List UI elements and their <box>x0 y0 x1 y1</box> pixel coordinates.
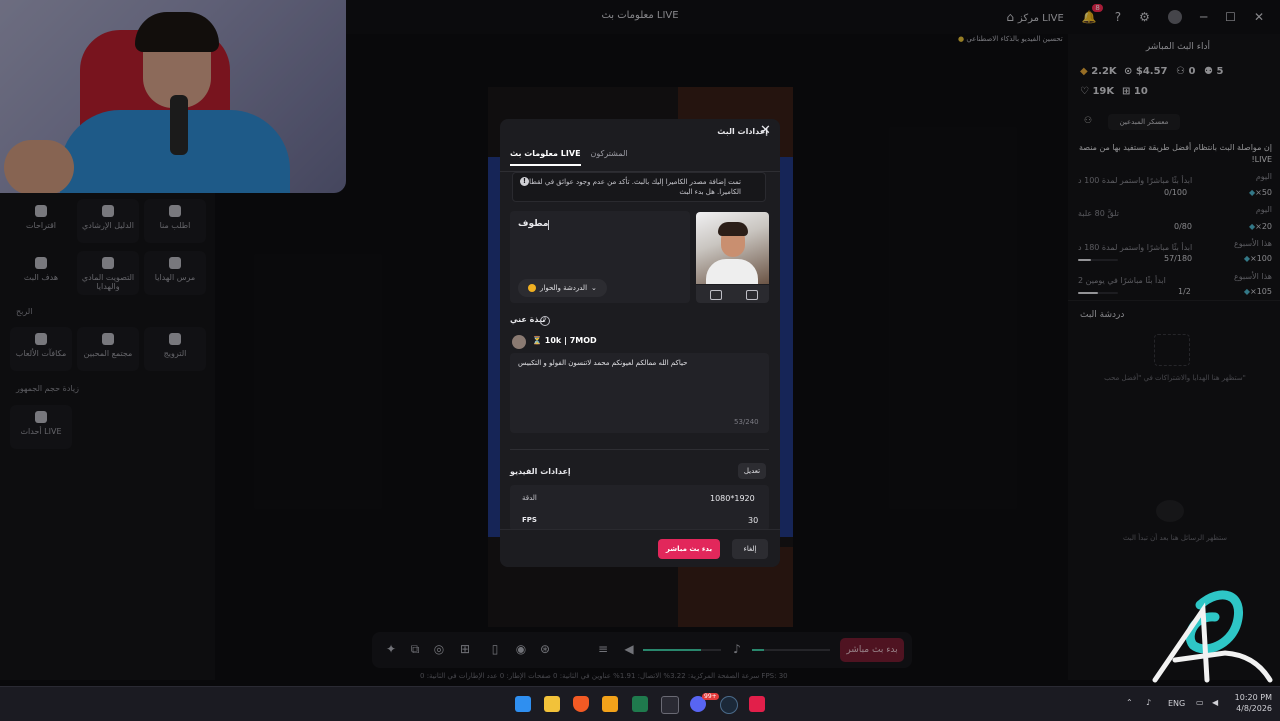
stream-title-value: مطوف <box>518 219 549 229</box>
stream-settings-dialog: إعدادات البث ✕ معلومات بث LIVE المشتركون… <box>500 119 780 567</box>
windows-start-icon[interactable] <box>515 696 531 712</box>
language-indicator[interactable]: ENG <box>1168 699 1185 708</box>
thumb-shirt <box>706 259 758 284</box>
thumb-hair <box>718 222 748 236</box>
bio-text: حياكم الله ممالكم لعيونكم محمد لاتنسون ا… <box>518 359 688 367</box>
change-image-icon[interactable] <box>746 290 758 300</box>
clock-date: 4/8/2026 <box>1236 704 1272 713</box>
obs-icon[interactable] <box>661 696 679 714</box>
fps-value: 30 <box>748 516 759 525</box>
fps-label: FPS <box>522 516 537 524</box>
dialog-tabs: معلومات بث LIVE المشتركون <box>510 149 628 166</box>
tab-subscribers[interactable]: المشتركون <box>591 149 628 166</box>
app-icon[interactable] <box>602 696 618 712</box>
avatar <box>512 335 526 349</box>
username: ⏳ 10k | 7MOD <box>532 336 597 345</box>
video-settings-label: إعدادات الفيديو <box>510 467 571 476</box>
tab-live-info[interactable]: معلومات بث LIVE <box>510 149 581 166</box>
steam-icon[interactable] <box>720 696 738 714</box>
clock-time: 10:20 PM <box>1234 693 1272 702</box>
text-cursor <box>548 220 549 230</box>
video-settings-box <box>510 485 769 531</box>
thumbnail-actions <box>696 285 769 303</box>
tray-mic-icon[interactable]: ♪ <box>1146 698 1151 707</box>
start-live-button[interactable]: بدء بث مباشر <box>658 539 720 559</box>
brave-browser-icon[interactable] <box>573 696 589 712</box>
bio-char-count: 53/240 <box>734 418 759 426</box>
edit-video-settings-button[interactable]: تعديل <box>738 463 766 479</box>
category-dropdown[interactable]: الدردشة والحوار ⌄ <box>518 279 607 297</box>
tray-overflow-icon[interactable]: ⌃ <box>1126 698 1133 707</box>
help-icon[interactable]: ? <box>540 316 550 326</box>
file-explorer-icon[interactable] <box>544 696 560 712</box>
excel-icon[interactable] <box>632 696 648 712</box>
discord-badge: 99+ <box>702 693 719 700</box>
cancel-button[interactable]: إلغاء <box>732 539 768 559</box>
camera-notice: تمت إضافة مصدر الكاميرا إليك بالبث. تأكد… <box>512 172 766 202</box>
clock[interactable]: 10:20 PM 4/8/2026 <box>1232 692 1272 714</box>
resolution-value: 1080*1920 <box>710 494 755 503</box>
category-label: الدردشة والحوار <box>540 284 588 292</box>
chat-emoji-icon <box>528 284 536 292</box>
info-icon: ! <box>520 177 529 186</box>
tray-network-icon[interactable]: ▭ <box>1196 698 1204 707</box>
channel-logo <box>1152 590 1273 683</box>
resolution-label: الدقة <box>522 494 537 502</box>
tiktok-icon[interactable] <box>749 696 765 712</box>
tray-volume-icon[interactable]: ◀ <box>1212 698 1218 707</box>
remove-image-icon[interactable] <box>710 290 722 300</box>
close-icon[interactable]: ✕ <box>760 123 771 138</box>
chevron-down-icon: ⌄ <box>591 284 597 292</box>
divider <box>510 449 769 450</box>
